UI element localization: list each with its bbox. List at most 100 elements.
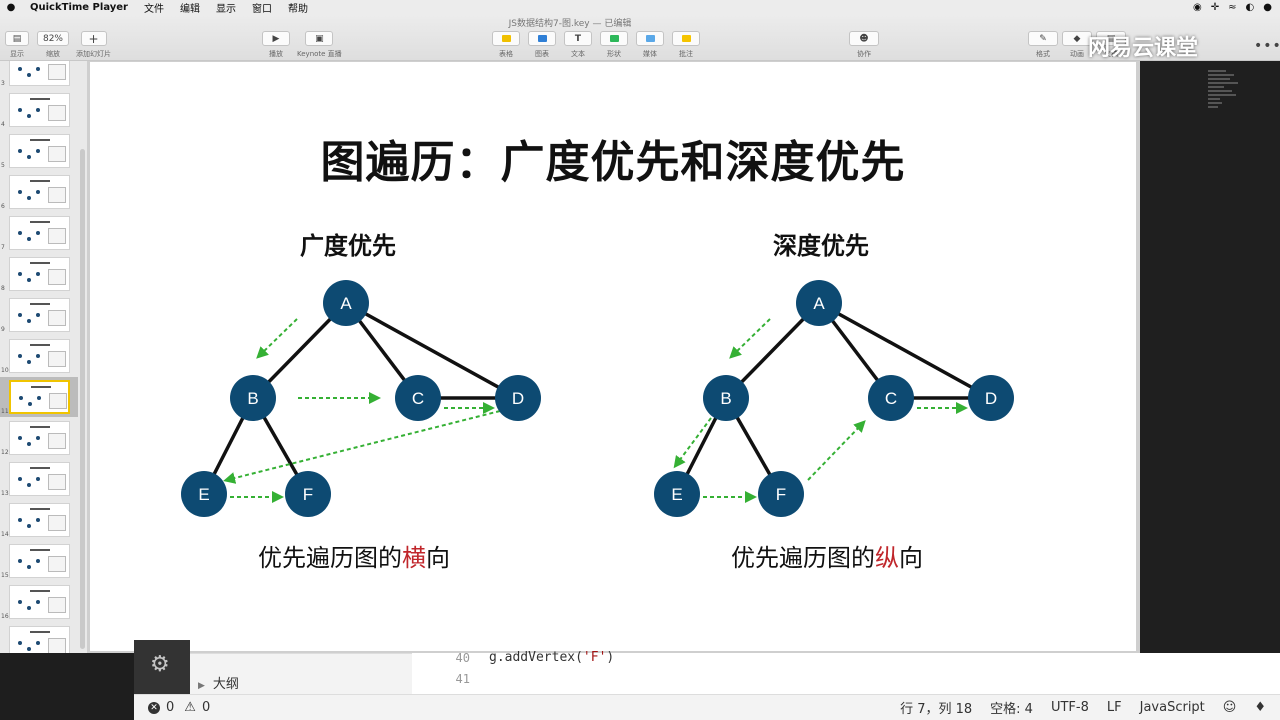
graph-diagrams: A B C D E F A B C D E F <box>181 280 1014 517</box>
line-number: 41 <box>455 672 470 686</box>
thumbnail-preview <box>9 298 70 332</box>
menu-view[interactable]: 显示 <box>208 0 244 15</box>
slide-thumbnail[interactable]: 5 <box>0 131 78 171</box>
status-bar: ✕ 0 ⚠ 0 行 7，列 18 空格: 4 UTF-8 LF JavaScri… <box>134 694 1280 720</box>
slide-thumbnail[interactable]: 17 <box>0 623 78 653</box>
control-center-icon[interactable]: ◐ <box>1246 2 1255 13</box>
menu-app-name[interactable]: QuickTime Player <box>22 2 136 13</box>
keynote-live-button[interactable]: ▣ Keynote 直播 <box>297 31 342 59</box>
play-button[interactable]: ▶ 播放 <box>262 31 290 59</box>
graph-node-label: E <box>671 485 682 504</box>
shape-label: 形状 <box>607 50 621 58</box>
play-icon: ▶ <box>262 31 290 46</box>
outline-section[interactable]: ▶ 大纲 <box>198 673 239 692</box>
slide-thumbnail[interactable]: 4 <box>0 90 78 130</box>
media-label: 媒体 <box>643 50 657 58</box>
slide-thumbnail[interactable]: 10 <box>0 336 78 376</box>
slide-thumbnail[interactable]: 9 <box>0 295 78 335</box>
apple-icon[interactable]: ● <box>0 2 22 13</box>
error-icon: ✕ <box>148 701 160 714</box>
thumbnail-preview <box>9 626 70 653</box>
media-button[interactable]: 媒体 <box>636 31 664 59</box>
slide-thumbnail[interactable]: 13 <box>0 459 78 499</box>
netease-watermark: 网易云课堂 <box>1088 36 1199 61</box>
cursor-position[interactable]: 行 7，列 18 <box>900 698 972 717</box>
traversal-arrow <box>256 318 298 359</box>
traversal-arrow <box>729 318 771 359</box>
zoom-select[interactable]: 82% 缩放 <box>37 31 69 59</box>
thumbnail-preview <box>9 216 70 250</box>
record-icon[interactable]: ◉ <box>1193 2 1202 13</box>
code-editor[interactable]: 40 g.addVertex('F') 41 <box>412 650 1280 694</box>
pin-icon[interactable]: ✛ <box>1211 2 1219 13</box>
animate-label: 动画 <box>1070 50 1084 58</box>
siri-icon[interactable]: ● <box>1263 2 1272 13</box>
shape-icon <box>600 31 628 46</box>
text-button[interactable]: T 文本 <box>564 31 592 59</box>
table-button[interactable]: 表格 <box>492 31 520 59</box>
format-button[interactable]: ✎ 格式 <box>1028 31 1058 59</box>
slide-thumbnail[interactable]: 3 <box>0 61 78 89</box>
language-mode[interactable]: JavaScript <box>1140 700 1205 715</box>
slide-thumbnail[interactable]: 7 <box>0 213 78 253</box>
thumbnail-preview <box>9 421 70 455</box>
comment-button[interactable]: 批注 <box>672 31 700 59</box>
gear-icon[interactable]: ⚙ <box>150 652 170 677</box>
menu-edit[interactable]: 编辑 <box>172 0 208 15</box>
code-line: g.addVertex('F') <box>489 650 614 665</box>
sidebar-icon: ▤ <box>5 31 29 46</box>
slide-thumbnail[interactable]: 11 <box>0 377 78 417</box>
graph-node-label: A <box>340 294 352 313</box>
navigator-scrollbar[interactable] <box>80 149 85 649</box>
code-text-end: ) <box>606 650 615 665</box>
slide-thumbnail[interactable]: 12 <box>0 418 78 458</box>
slide-number: 15 <box>1 572 9 579</box>
slide-thumbnail[interactable]: 14 <box>0 500 78 540</box>
warning-icon: ⚠ <box>184 700 196 715</box>
menu-help[interactable]: 帮助 <box>280 0 316 15</box>
slide-number: 13 <box>1 490 9 497</box>
menu-window[interactable]: 窗口 <box>244 0 280 15</box>
traversal-arrow <box>807 420 866 481</box>
line-ending[interactable]: LF <box>1107 700 1122 715</box>
bfs-caption-text: 优先遍历图的 <box>258 544 402 572</box>
editor-background <box>1140 61 1280 653</box>
desktop-area <box>0 653 134 720</box>
slide-thumbnail[interactable]: 16 <box>0 582 78 622</box>
chart-label: 图表 <box>535 50 549 58</box>
slide-thumbnail[interactable]: 6 <box>0 172 78 212</box>
minimap[interactable] <box>1208 70 1248 140</box>
graph-node-label: D <box>512 389 524 408</box>
brush-icon: ✎ <box>1028 31 1058 46</box>
slide-thumbnail[interactable]: 15 <box>0 541 78 581</box>
slide-thumbnail[interactable]: 8 <box>0 254 78 294</box>
slide[interactable]: 图遍历：广度优先和深度优先 广度优先 深度优先 ABCDEFABCDEF 优先遍… <box>90 62 1136 651</box>
line-number: 40 <box>455 651 470 665</box>
plus-icon: + <box>80 31 107 46</box>
chart-button[interactable]: 图表 <box>528 31 556 59</box>
shape-button[interactable]: 形状 <box>600 31 628 59</box>
problems-indicator[interactable]: ✕ 0 ⚠ 0 <box>134 700 210 715</box>
document-title: JS数据结构7-图.key — 已编辑 <box>508 19 632 29</box>
thumbnail-preview <box>9 380 70 414</box>
slide-number: 11 <box>1 408 9 415</box>
format-label: 格式 <box>1036 50 1050 58</box>
more-icon[interactable]: ••• <box>1254 38 1280 54</box>
graph-node-label: B <box>247 389 258 408</box>
collaborate-button[interactable]: ☻ 协作 <box>849 31 879 59</box>
indentation[interactable]: 空格: 4 <box>990 698 1033 717</box>
feedback-icon[interactable]: ☺ <box>1223 700 1237 715</box>
collaborate-icon: ☻ <box>849 31 879 46</box>
thumbnail-preview <box>9 462 70 496</box>
outline-label: 大纲 <box>212 677 239 692</box>
menu-file[interactable]: 文件 <box>136 0 172 15</box>
add-slide-button[interactable]: + 添加幻灯片 <box>76 31 111 59</box>
encoding[interactable]: UTF-8 <box>1051 700 1089 715</box>
wifi-icon[interactable]: ≈ <box>1228 2 1236 13</box>
slide-number: 9 <box>1 326 5 333</box>
outline-panel: ▶ 大纲 <box>190 653 412 694</box>
slide-number: 4 <box>1 121 5 128</box>
bell-icon[interactable]: ♦ <box>1254 700 1266 715</box>
table-label: 表格 <box>499 50 513 58</box>
view-button[interactable]: ▤ 显示 <box>5 31 29 59</box>
